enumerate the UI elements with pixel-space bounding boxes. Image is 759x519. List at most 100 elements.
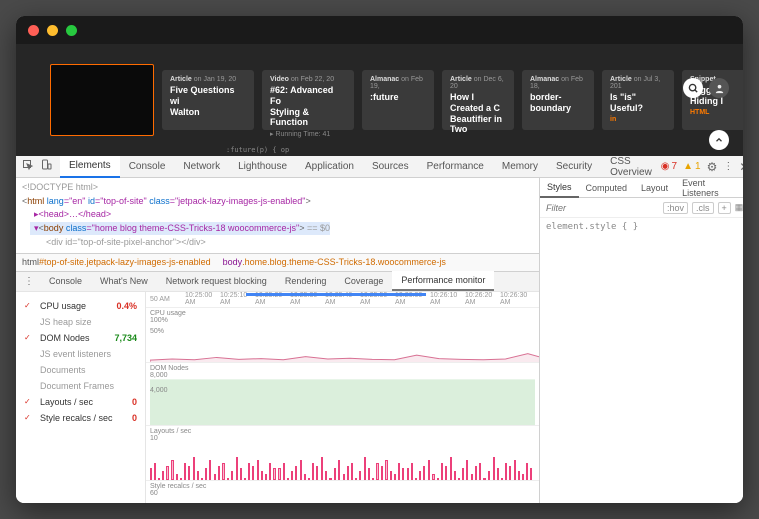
drawer-tab-what's-new[interactable]: What's New <box>91 271 157 291</box>
drawer-tab-coverage[interactable]: Coverage <box>335 271 392 291</box>
bar <box>343 474 345 480</box>
styles-tab-layout[interactable]: Layout <box>634 178 675 198</box>
devtools-tab-security[interactable]: Security <box>547 156 601 178</box>
filter-input[interactable] <box>546 203 663 213</box>
chip-cls[interactable]: .cls <box>692 202 714 214</box>
new-style-icon[interactable]: ▦ <box>735 202 743 213</box>
bar <box>407 468 409 479</box>
devtools-tab-performance[interactable]: Performance <box>418 156 493 178</box>
close-devtools-icon[interactable]: ✕ <box>739 160 743 174</box>
bar <box>308 478 310 480</box>
child-node[interactable]: <div id="top-of-site-pixel-anchor"></div… <box>22 236 533 250</box>
bar <box>501 478 503 480</box>
gear-icon[interactable]: ⚙ <box>707 160 718 174</box>
drawer-tab-rendering[interactable]: Rendering <box>276 271 336 291</box>
doctype-line[interactable]: <!DOCTYPE html> <box>22 181 533 195</box>
bar <box>385 460 387 480</box>
bar <box>197 471 199 479</box>
bar <box>162 471 164 479</box>
warning-count[interactable]: ▲ 1 <box>683 161 700 172</box>
timeline-tick: 10:26:10 AM <box>430 292 465 306</box>
dom-graph: DOM Nodes 8,000 4,000 <box>146 363 539 426</box>
timeline[interactable]: 50 AM10:25:00 AM10:25:10 AM10:25:20 AM10… <box>146 292 539 308</box>
bar <box>312 463 314 480</box>
recalcs-graph: Style recalcs / sec 60 <box>146 481 539 504</box>
bar <box>381 466 383 480</box>
error-count[interactable]: ◉ 7 <box>661 161 677 172</box>
cpu-graph: CPU usage 100% 50% <box>146 308 539 363</box>
drawer-tab-network-request-blocking[interactable]: Network request blocking <box>157 271 276 291</box>
content-card[interactable]: Almanac on Feb 19,:future <box>362 70 434 130</box>
perf-metric-document-frames[interactable]: Document Frames <box>16 378 145 394</box>
close-icon[interactable] <box>28 25 39 36</box>
element-style-rule[interactable]: element.style { } <box>540 218 743 236</box>
more-icon[interactable]: ⋮ <box>723 161 733 172</box>
devtools-tab-css-overview[interactable]: CSS Overview <box>601 156 661 178</box>
bar <box>518 471 520 479</box>
elements-tree[interactable]: <!DOCTYPE html> <html lang="en" id="top-… <box>16 178 539 253</box>
content-card[interactable]: Video on Feb 22, 20#62: Advanced FoStyli… <box>262 70 354 130</box>
minimize-icon[interactable] <box>47 25 58 36</box>
timeline-selection[interactable] <box>246 293 426 296</box>
bar <box>176 474 178 480</box>
bar <box>205 468 207 479</box>
perf-metric-dom-nodes[interactable]: ✓DOM Nodes7,734 <box>16 330 145 346</box>
devtools-tab-console[interactable]: Console <box>120 156 175 178</box>
bar <box>150 468 152 479</box>
bar <box>355 478 357 480</box>
bar <box>522 474 524 480</box>
bar <box>227 478 229 480</box>
styles-tab-computed[interactable]: Computed <box>579 178 635 198</box>
perf-metric-js-heap-size[interactable]: JS heap size <box>16 314 145 330</box>
devtools-tab-memory[interactable]: Memory <box>493 156 547 178</box>
devtools-tab-application[interactable]: Application <box>296 156 363 178</box>
bar <box>488 471 490 479</box>
chip-[interactable]: + <box>718 202 731 214</box>
drawer-tab-performance-monitor[interactable]: Performance monitor <box>392 271 494 291</box>
perf-metric-documents[interactable]: Documents <box>16 362 145 378</box>
performance-monitor: ✓CPU usage0.4%JS heap size✓DOM Nodes7,73… <box>16 291 539 504</box>
bar <box>278 468 280 479</box>
timeline-tick: 10:26:30 AM <box>500 292 535 306</box>
chip-hov[interactable]: :hov <box>663 202 688 214</box>
styles-filter-row: :hov .cls + ▦ <box>540 198 743 218</box>
bar <box>180 478 182 480</box>
scroll-up-icon[interactable] <box>709 130 729 150</box>
bar <box>505 463 507 480</box>
bar <box>411 463 413 480</box>
head-node[interactable]: ▸<head>…</head> <box>22 208 533 222</box>
inspect-icon[interactable] <box>22 159 34 174</box>
breadcrumb[interactable]: html#top-of-site.jetpack-lazy-images-js-… <box>16 253 539 271</box>
drawer-menu-icon[interactable]: ⋮ <box>18 276 40 287</box>
bar <box>479 463 481 480</box>
content-card[interactable]: Article on Dec 6, 20How I Created a CBea… <box>442 70 514 130</box>
user-icon[interactable] <box>709 78 729 98</box>
content-card[interactable]: Article on Jul 3, 201Is "is" Useful?in <box>602 70 674 130</box>
bar <box>338 460 340 480</box>
devtools-tab-sources[interactable]: Sources <box>363 156 418 178</box>
content-card[interactable]: Almanac on Feb 18,border-boundary <box>522 70 594 130</box>
devtools-tab-elements[interactable]: Elements <box>60 156 120 178</box>
bar <box>304 474 306 480</box>
perf-metric-layouts-sec[interactable]: ✓Layouts / sec0 <box>16 394 145 410</box>
bar <box>166 466 168 480</box>
thumbnail-selected[interactable] <box>50 64 154 136</box>
devtools-tab-network[interactable]: Network <box>174 156 229 178</box>
devtools-tab-lighthouse[interactable]: Lighthouse <box>229 156 296 178</box>
styles-tabbar: StylesComputedLayoutEvent Listeners <box>540 178 743 198</box>
drawer-tab-console[interactable]: Console <box>40 271 91 291</box>
styles-tab-styles[interactable]: Styles <box>540 178 579 198</box>
search-icon[interactable] <box>683 78 703 98</box>
selected-node[interactable]: ▾<body class="home blog theme-CSS-Tricks… <box>30 222 330 236</box>
perf-metric-cpu-usage[interactable]: ✓CPU usage0.4% <box>16 298 145 314</box>
styles-tab-event-listeners[interactable]: Event Listeners <box>675 178 743 198</box>
bar <box>231 471 233 479</box>
content-card[interactable]: Article on Jan 19, 20Five Questions wiWa… <box>162 70 254 130</box>
maximize-icon[interactable] <box>66 25 77 36</box>
bar <box>351 463 353 480</box>
bar <box>372 478 374 480</box>
perf-metric-js-event-listeners[interactable]: JS event listeners <box>16 346 145 362</box>
bar <box>154 463 156 480</box>
device-icon[interactable] <box>40 159 52 174</box>
perf-metric-style-recalcs-sec[interactable]: ✓Style recalcs / sec0 <box>16 410 145 426</box>
